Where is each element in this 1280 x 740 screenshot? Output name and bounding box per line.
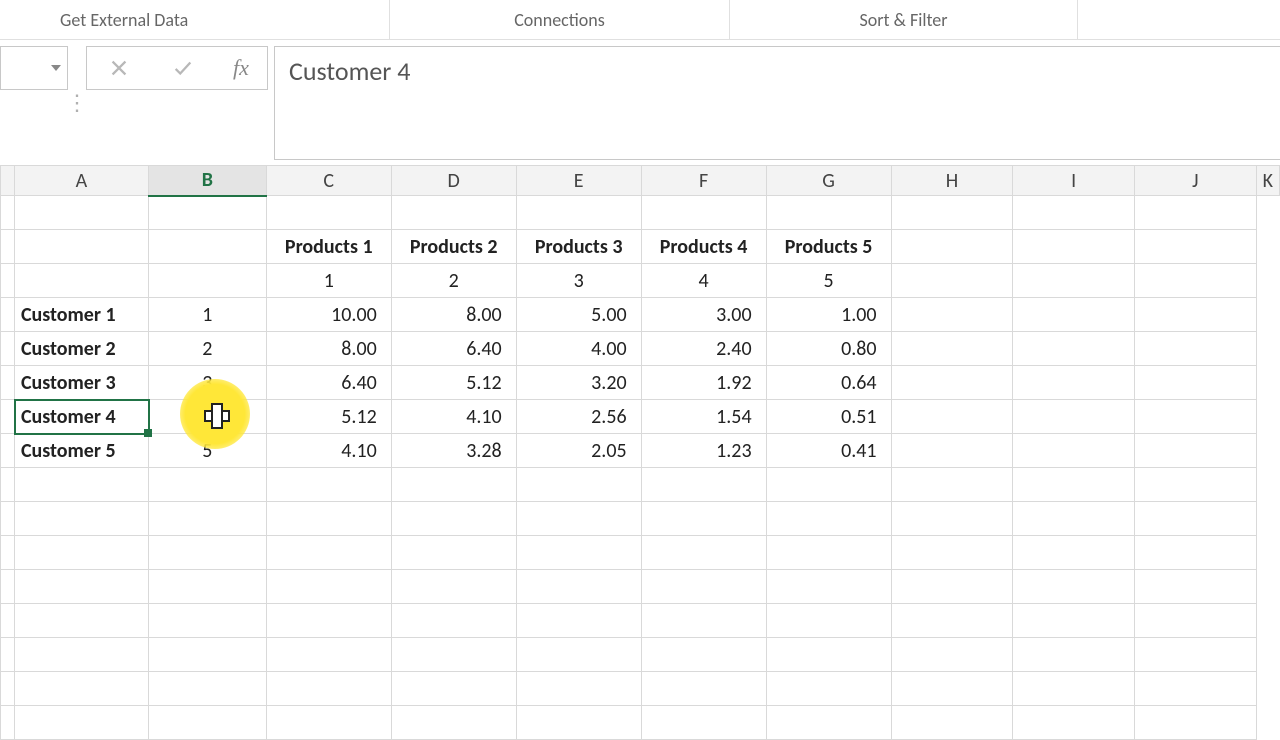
col-header-I[interactable]: I [1013,166,1135,196]
row-5[interactable]: Customer 2 2 8.00 6.40 4.00 2.40 0.80 [1,332,1280,366]
col-header-F[interactable]: F [641,166,766,196]
vertical-separator: ⋮ [68,46,86,160]
cell-E8[interactable]: 3.28 [391,434,516,468]
cancel-formula-button[interactable] [87,47,151,89]
col-header-C[interactable]: C [266,166,391,196]
cell-E3[interactable]: 2 [391,264,516,298]
cell-E7[interactable]: 4.10 [391,400,516,434]
cell-D3[interactable]: 1 [266,264,391,298]
row-11[interactable] [1,536,1280,570]
cell-G4[interactable]: 3.00 [641,298,766,332]
row-12[interactable] [1,570,1280,604]
cell-F8[interactable]: 2.05 [516,434,641,468]
cell-F6[interactable]: 3.20 [516,366,641,400]
row-9[interactable] [1,468,1280,502]
ribbon-group-sort-filter[interactable]: Sort & Filter [730,0,1078,39]
cell-B4[interactable]: Customer 1 [14,298,148,332]
cell-D4[interactable]: 10.00 [266,298,391,332]
cell-D8[interactable]: 4.10 [266,434,391,468]
cell-H8[interactable]: 0.41 [766,434,891,468]
formula-bar-row: ⋮ fx Customer 4 [0,40,1280,160]
chevron-down-icon[interactable] [51,65,61,71]
col-header-H[interactable]: H [891,166,1013,196]
row-13[interactable] [1,604,1280,638]
formula-input[interactable]: Customer 4 [274,46,1280,160]
cell-H7[interactable]: 0.51 [766,400,891,434]
row-3[interactable]: 1 2 3 4 5 [1,264,1280,298]
row-14[interactable] [1,638,1280,672]
cell-F4[interactable]: 5.00 [516,298,641,332]
cell-H6[interactable]: 0.64 [766,366,891,400]
cell-D2[interactable]: Products 1 [266,230,391,264]
row-2[interactable]: Products 1 Products 2 Products 3 Product… [1,230,1280,264]
row-10[interactable] [1,502,1280,536]
cell-B8[interactable]: Customer 5 [14,434,148,468]
cell-H4[interactable]: 1.00 [766,298,891,332]
cell-F5[interactable]: 4.00 [516,332,641,366]
ribbon-group-empty [1078,0,1280,39]
cell-G7[interactable]: 1.54 [641,400,766,434]
cell-G8[interactable]: 1.23 [641,434,766,468]
row-7[interactable]: Customer 4 4 5.12 4.10 2.56 1.54 0.51 [1,400,1280,434]
cell-B7[interactable]: Customer 4 [14,400,148,434]
ribbon-group-connections[interactable]: Connections [390,0,730,39]
col-header-A[interactable]: A [14,166,148,196]
row-1[interactable] [1,196,1280,230]
col-header-B[interactable]: B [148,166,266,196]
cell-C7[interactable]: 4 [148,400,266,434]
cell-C5[interactable]: 2 [148,332,266,366]
spreadsheet-grid[interactable]: A B C D E F G H I J K Products 1 Product… [0,165,1280,740]
fx-button[interactable]: fx [215,55,267,81]
cell-G3[interactable]: 4 [641,264,766,298]
cell-E4[interactable]: 8.00 [391,298,516,332]
select-all-corner[interactable] [1,166,15,196]
name-box[interactable] [0,46,68,90]
cell-E6[interactable]: 5.12 [391,366,516,400]
cell-B6[interactable]: Customer 3 [14,366,148,400]
col-header-G[interactable]: G [766,166,891,196]
row-6[interactable]: Customer 3 3 6.40 5.12 3.20 1.92 0.64 [1,366,1280,400]
cell-G5[interactable]: 2.40 [641,332,766,366]
enter-formula-button[interactable] [151,47,215,89]
cell-G6[interactable]: 1.92 [641,366,766,400]
col-header-E[interactable]: E [516,166,641,196]
row-16[interactable] [1,706,1280,740]
row-4[interactable]: Customer 1 1 10.00 8.00 5.00 3.00 1.00 [1,298,1280,332]
col-header-K[interactable]: K [1256,166,1279,196]
ribbon-group-labels: Get External Data Connections Sort & Fil… [0,0,1280,40]
cell-F2[interactable]: Products 3 [516,230,641,264]
cell-D6[interactable]: 6.40 [266,366,391,400]
cell-H2[interactable]: Products 5 [766,230,891,264]
cell-E2[interactable]: Products 2 [391,230,516,264]
cell-C4[interactable]: 1 [148,298,266,332]
cell-B5[interactable]: Customer 2 [14,332,148,366]
cell-C6[interactable]: 3 [148,366,266,400]
row-8[interactable]: Customer 5 5 4.10 3.28 2.05 1.23 0.41 [1,434,1280,468]
ribbon-group-external-data[interactable]: Get External Data [0,0,390,39]
col-header-D[interactable]: D [391,166,516,196]
cell-G2[interactable]: Products 4 [641,230,766,264]
cell-C8[interactable]: 5 [148,434,266,468]
cell-E5[interactable]: 6.40 [391,332,516,366]
col-header-J[interactable]: J [1134,166,1256,196]
cell-D5[interactable]: 8.00 [266,332,391,366]
row-15[interactable] [1,672,1280,706]
formula-buttons: fx [86,46,268,90]
cell-D7[interactable]: 5.12 [266,400,391,434]
check-icon [172,57,194,79]
cell-F7[interactable]: 2.56 [516,400,641,434]
cell-H5[interactable]: 0.80 [766,332,891,366]
cell-H3[interactable]: 5 [766,264,891,298]
column-headers-row: A B C D E F G H I J K [1,166,1280,196]
x-icon [108,57,130,79]
cell-F3[interactable]: 3 [516,264,641,298]
